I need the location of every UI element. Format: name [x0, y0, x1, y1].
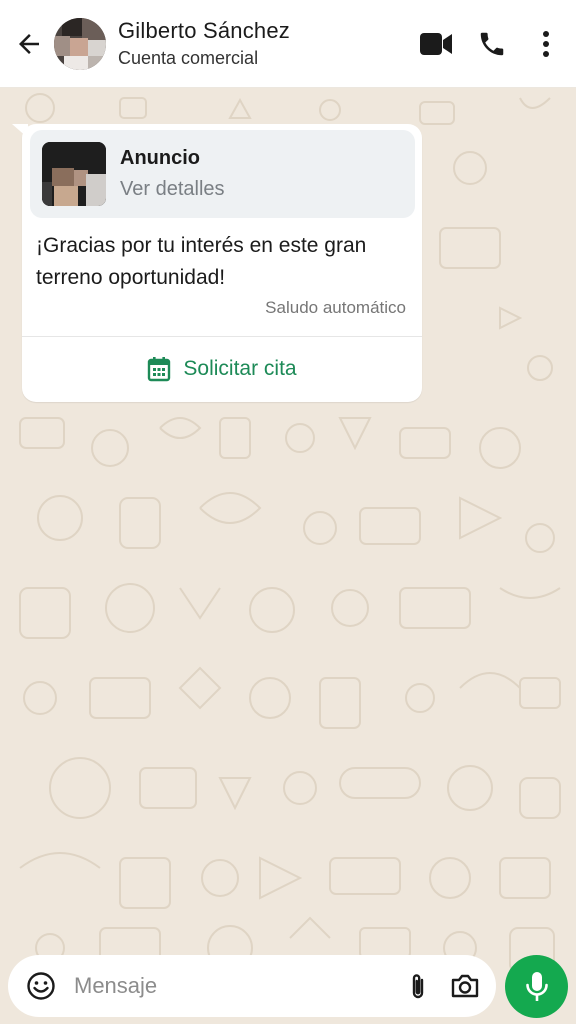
voice-message-button[interactable] — [505, 955, 568, 1018]
request-appointment-button[interactable]: Solicitar cita — [22, 337, 422, 401]
contact-subtitle: Cuenta comercial — [118, 48, 259, 68]
camera-button[interactable] — [450, 972, 480, 1005]
contact-name: Gilberto Sánchez — [118, 18, 290, 43]
attach-icon — [412, 974, 424, 999]
message-text: ¡Gracias por tu interés en este gran ter… — [36, 234, 367, 289]
microphone-icon — [525, 971, 548, 1001]
message-bubble[interactable]: Anuncio Ver detalles ¡Gracias por tu int… — [22, 124, 422, 402]
emoji-icon — [27, 972, 55, 1000]
voice-call-button[interactable] — [474, 24, 510, 64]
message-input[interactable] — [74, 973, 374, 999]
ad-card[interactable]: Anuncio Ver detalles — [30, 130, 415, 218]
back-arrow-icon — [19, 33, 39, 54]
attach-button[interactable] — [406, 972, 430, 1007]
more-options-button[interactable] — [534, 24, 558, 64]
chat-header: Gilberto Sánchez Cuenta comercial — [0, 0, 576, 88]
request-appointment-label: Solicitar cita — [183, 357, 297, 380]
contact-avatar[interactable] — [54, 17, 106, 70]
contact-info[interactable]: Gilberto Sánchez Cuenta comercial — [118, 18, 290, 69]
chat-area[interactable]: Anuncio Ver detalles ¡Gracias por tu int… — [0, 88, 576, 1024]
calendar-icon — [148, 357, 171, 382]
video-call-icon — [420, 33, 452, 55]
ad-title: Anuncio — [120, 147, 200, 169]
back-button[interactable] — [6, 0, 52, 88]
phone-icon — [480, 32, 504, 56]
camera-icon — [451, 974, 479, 998]
auto-greeting-label: Saludo automático — [265, 298, 406, 317]
video-call-button[interactable] — [418, 24, 454, 64]
ad-thumbnail — [42, 142, 106, 206]
emoji-button[interactable] — [26, 971, 56, 1001]
more-options-icon — [543, 31, 549, 57]
message-composer — [8, 955, 496, 1017]
ad-details-link[interactable]: Ver detalles — [120, 178, 225, 201]
